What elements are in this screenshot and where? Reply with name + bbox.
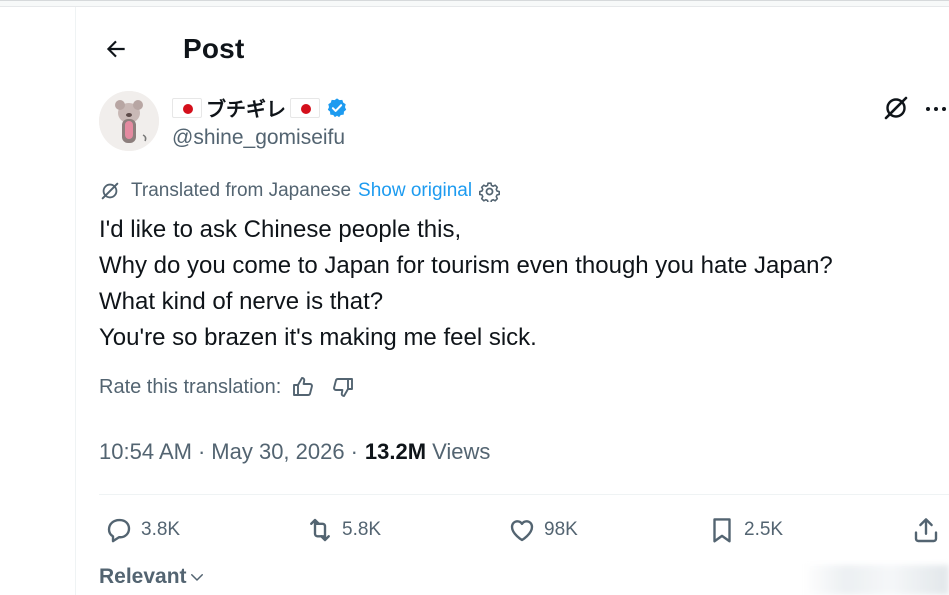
post-time[interactable]: 10:54 AM [99, 439, 192, 465]
more-dot [942, 107, 946, 111]
japan-flag-icon [172, 97, 202, 118]
post-text-line: What kind of nerve is that? [99, 288, 384, 315]
blurred-watermark [803, 565, 949, 595]
bookmark-count: 2.5K [744, 519, 784, 540]
grok-button[interactable] [882, 94, 910, 122]
rate-translation: Rate this translation: [99, 375, 355, 399]
verified-badge-icon [327, 97, 347, 117]
translation-label: Translated from Japanese [131, 180, 352, 201]
author-name-row[interactable]: ブチギレ [172, 93, 348, 122]
rate-translation-label: Rate this translation: [99, 375, 282, 398]
more-dot [926, 107, 930, 111]
meta-separator: · [197, 439, 206, 464]
views-count[interactable]: 13.2M [365, 439, 426, 465]
reply-icon [107, 518, 131, 543]
views-label: Views [432, 439, 491, 464]
post-date[interactable]: May 30, 2026 [211, 439, 344, 465]
page-title: Post [183, 33, 245, 64]
avatar-image [99, 91, 159, 151]
grok-translate-icon [101, 182, 119, 200]
gear-icon[interactable] [479, 181, 501, 202]
more-dot [934, 107, 938, 111]
post-text-line: Why do you come to Japan for tourism eve… [99, 252, 833, 279]
grok-icon [884, 96, 908, 120]
japan-flag-icon [290, 97, 320, 118]
action-bar: 3.8K 5.8K 98K 2.5K [99, 512, 949, 548]
repost-icon [310, 518, 330, 542]
reply-sort-dropdown[interactable]: Relevant [99, 565, 206, 589]
share-icon [914, 518, 938, 543]
repost-button[interactable]: 5.8K [305, 512, 381, 548]
repost-count: 5.8K [342, 519, 382, 540]
reply-button[interactable]: 3.8K [104, 512, 180, 548]
author-name: ブチギレ [206, 99, 286, 121]
reply-sort-label: Relevant [99, 565, 187, 588]
show-original-link[interactable]: Show original [358, 180, 472, 202]
heart-icon [510, 520, 534, 542]
translation-notice: Translated from Japanese Show original [99, 179, 501, 203]
avatar[interactable] [99, 91, 159, 151]
more-options-button[interactable] [923, 97, 949, 121]
post-text-line: I'd like to ask Chinese people this, [99, 216, 462, 243]
window-top-border [0, 0, 949, 7]
post-text-line: You're so brazen it's making me feel sic… [99, 324, 537, 351]
like-count: 98K [544, 519, 578, 540]
post-text: I'd like to ask Chinese people this, Why… [99, 212, 919, 356]
like-button[interactable]: 98K [507, 512, 578, 548]
author-handle[interactable]: @shine_gomiseifu [172, 126, 345, 150]
reply-count: 3.8K [141, 519, 181, 540]
post-detail-column: Post ブチギレ @shine_gomiseifu Translated fr… [77, 7, 949, 595]
share-button[interactable] [911, 512, 948, 548]
meta-separator: · [350, 439, 358, 464]
back-button[interactable] [99, 32, 133, 66]
bookmark-icon [713, 518, 731, 543]
thumbs-down-icon[interactable] [331, 375, 355, 399]
divider [99, 494, 949, 495]
chevron-down-icon [190, 574, 203, 581]
thumbs-up-icon[interactable] [291, 375, 315, 399]
post-meta: 10:54 AM · May 30, 2026 · 13.2M Views [99, 439, 490, 465]
left-sidebar [0, 7, 76, 595]
arrow-left-icon [106, 40, 125, 58]
bookmark-button[interactable]: 2.5K [707, 512, 783, 548]
